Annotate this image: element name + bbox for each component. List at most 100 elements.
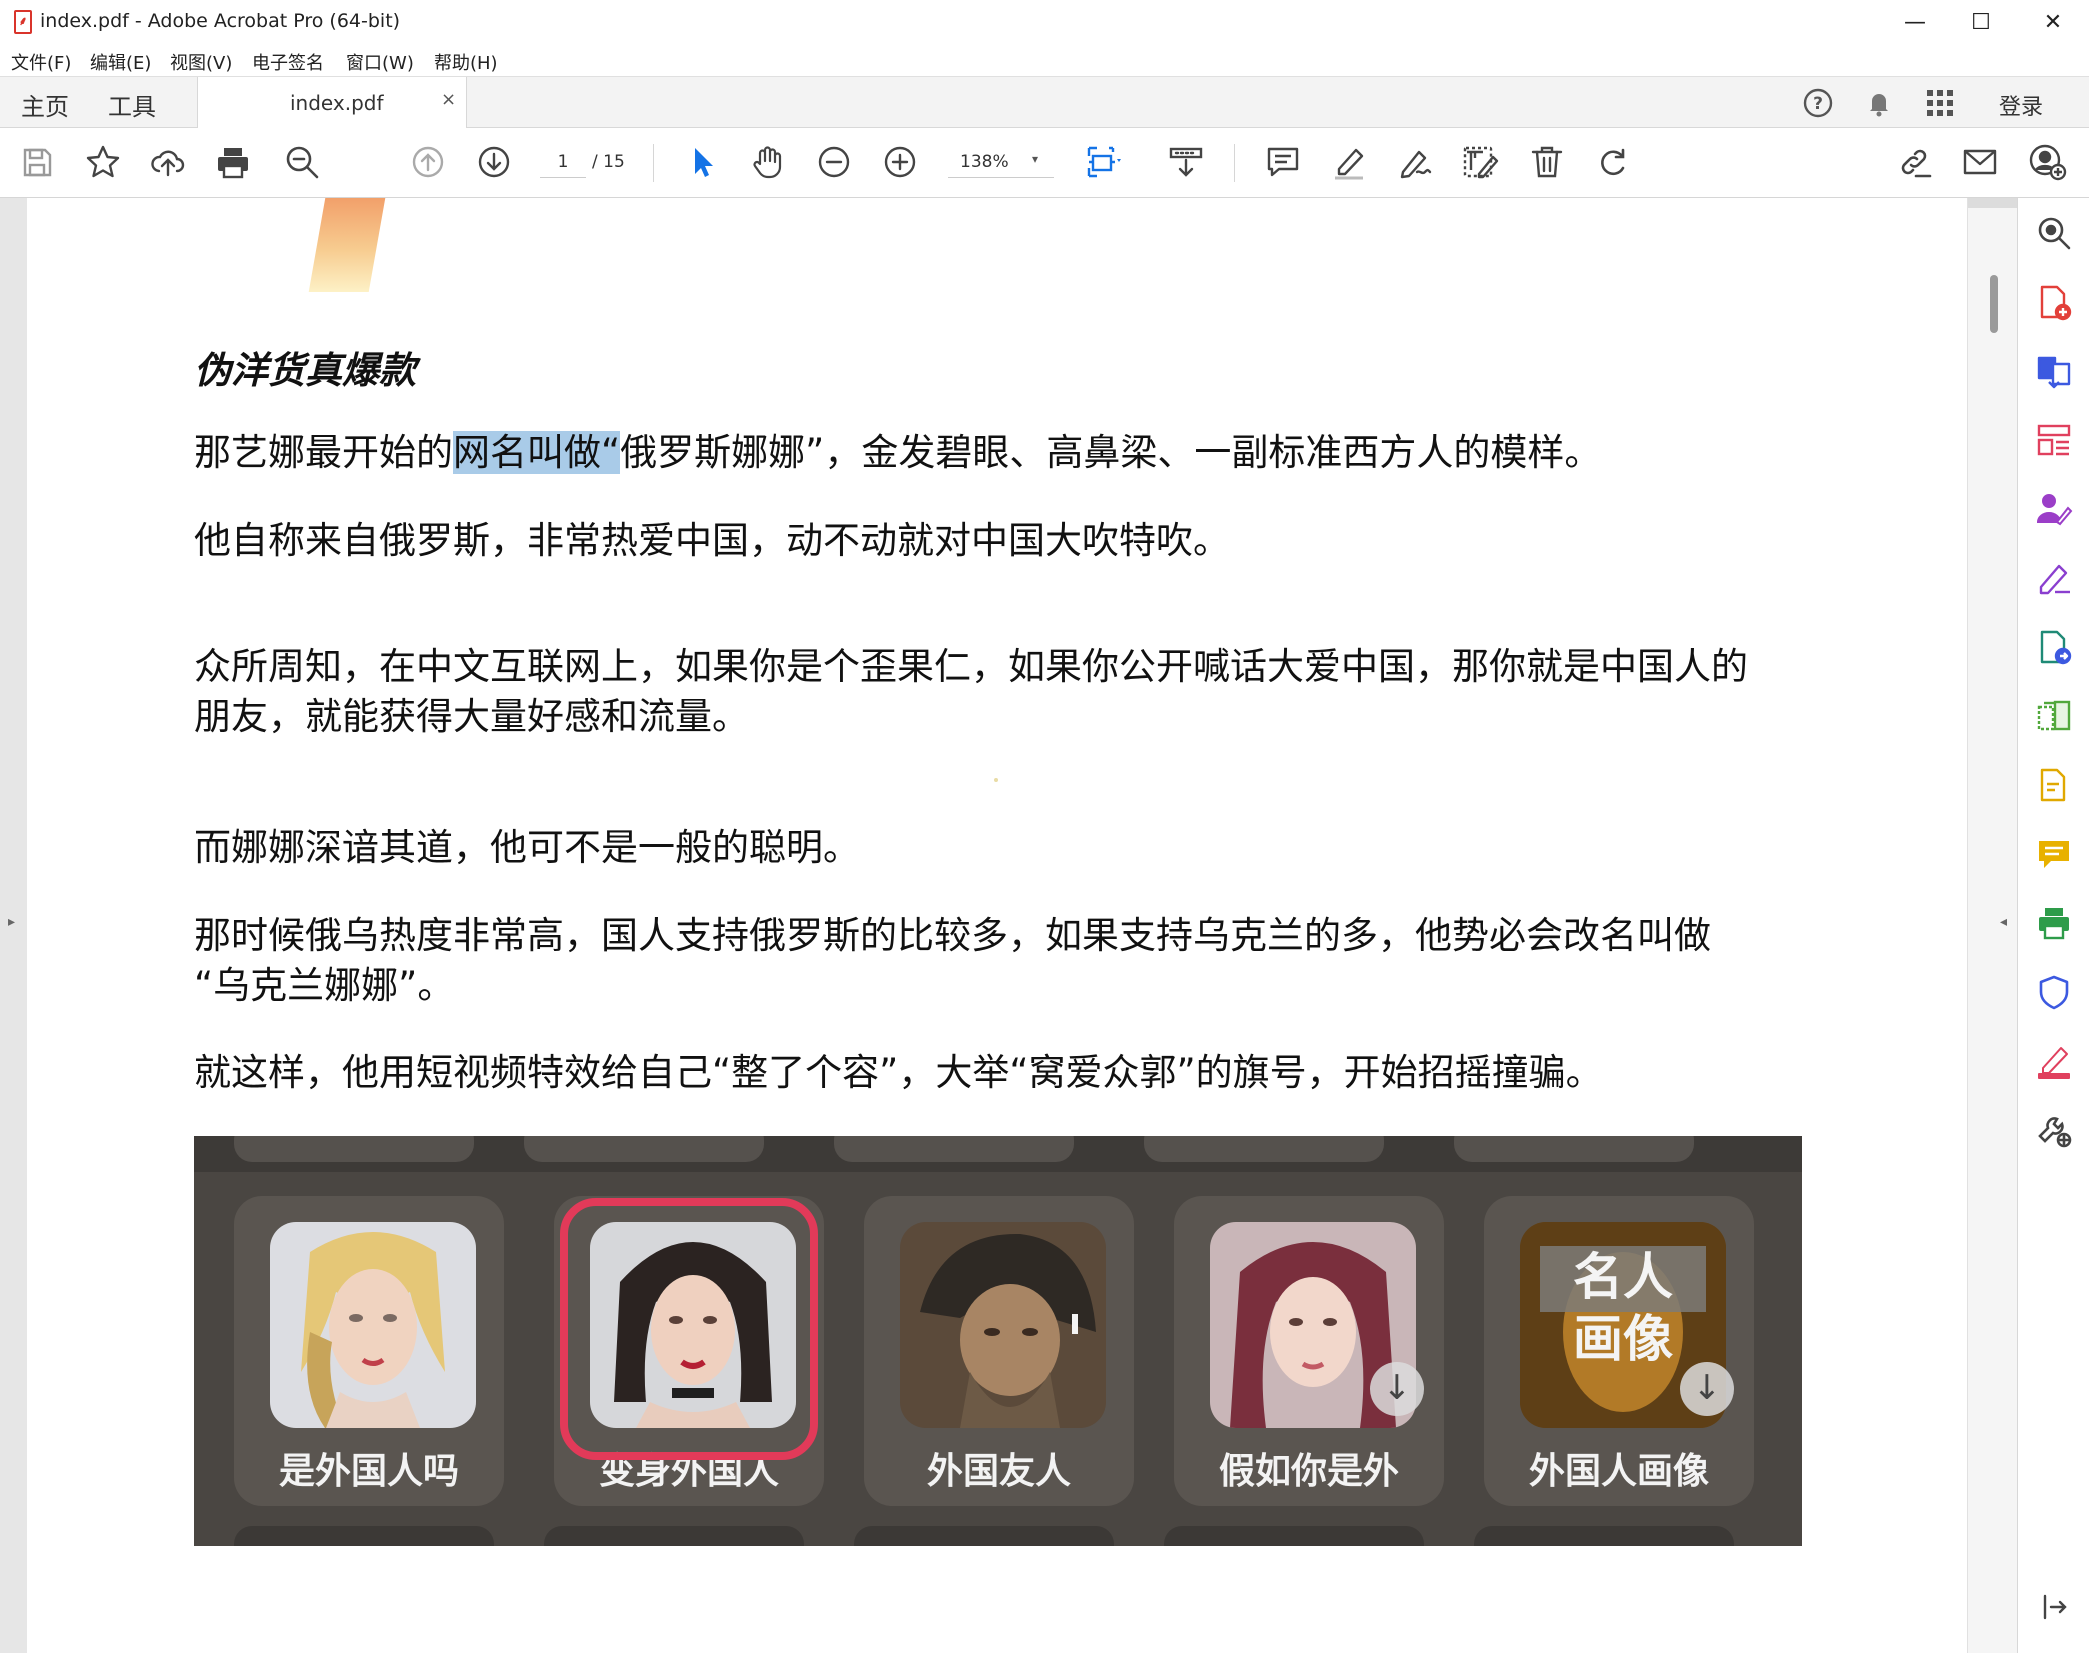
paragraph-1: 那艺娜最开始的网名叫做“俄罗斯娜娜”，金发碧眼、高鼻梁、一副标准西方人的模样。 bbox=[194, 428, 1601, 478]
cloud-upload-icon[interactable] bbox=[148, 142, 188, 182]
add-user-icon[interactable] bbox=[2027, 142, 2067, 182]
menu-view[interactable]: 视图(V) bbox=[170, 49, 232, 75]
toolbar-divider bbox=[653, 144, 654, 182]
text-selection-highlight[interactable]: 网名叫做“ bbox=[453, 431, 621, 474]
image-overlay-text: 名人 bbox=[1573, 1248, 1673, 1306]
comment-icon[interactable] bbox=[1263, 142, 1303, 182]
right-tools-pane bbox=[2017, 198, 2089, 1653]
title-bar: ⸙ index.pdf - Adobe Acrobat Pro (64-bit)… bbox=[0, 0, 2089, 45]
menu-window[interactable]: 窗口(W) bbox=[346, 49, 414, 75]
toolbar-divider bbox=[1234, 144, 1235, 182]
compare-icon[interactable] bbox=[2035, 697, 2073, 735]
scrollbar-top-cap bbox=[1968, 198, 2018, 208]
bell-icon[interactable] bbox=[1863, 87, 1895, 119]
menu-esign[interactable]: 电子签名 bbox=[252, 49, 324, 75]
filter-label: 假如你是外 bbox=[1218, 1451, 1399, 1492]
fill-sign-icon[interactable] bbox=[2035, 559, 2073, 597]
tab-home[interactable]: 主页 bbox=[21, 87, 69, 122]
image-bg-key bbox=[1454, 1136, 1694, 1162]
page-total: / 15 bbox=[592, 152, 625, 172]
image-bg-key bbox=[234, 1526, 494, 1546]
scrolling-mode-icon[interactable] bbox=[1166, 142, 1206, 182]
collapse-panel-icon[interactable] bbox=[2035, 1588, 2073, 1626]
print-production-icon[interactable] bbox=[2035, 904, 2073, 942]
window-title: index.pdf - Adobe Acrobat Pro (64-bit) bbox=[40, 10, 401, 32]
edit-text-icon[interactable] bbox=[1461, 142, 1501, 182]
previous-page-icon[interactable] bbox=[408, 142, 448, 182]
filter-card: 是外国人吗 bbox=[234, 1196, 504, 1506]
print-icon[interactable] bbox=[213, 142, 253, 182]
image-bg-key bbox=[1164, 1526, 1424, 1546]
next-page-icon[interactable] bbox=[474, 142, 514, 182]
more-tools-icon[interactable] bbox=[2035, 1111, 2073, 1149]
tab-tools[interactable]: 工具 bbox=[108, 87, 156, 122]
image-bg-key bbox=[524, 1136, 764, 1162]
menu-edit[interactable]: 编辑(E) bbox=[90, 49, 151, 75]
document-page[interactable]: 伪洋货真爆款 那艺娜最开始的网名叫做“俄罗斯娜娜”，金发碧眼、高鼻梁、一副标准西… bbox=[27, 198, 1967, 1653]
highlight-pen-icon[interactable] bbox=[1329, 142, 1369, 182]
apps-grid-icon[interactable] bbox=[1924, 87, 1956, 119]
maximize-button[interactable]: ☐ bbox=[1948, 0, 2014, 45]
redact-icon[interactable] bbox=[2035, 1042, 2073, 1080]
filter-thumbnail bbox=[270, 1222, 476, 1428]
vertical-scrollbar[interactable]: ◂ bbox=[1967, 198, 2018, 1653]
scrollbar-thumb[interactable] bbox=[1990, 275, 1998, 333]
collapse-tools-panel-icon[interactable]: ◂ bbox=[2000, 914, 2007, 930]
paragraph-4: 而娜娜深谙其道，他可不是一般的聪明。 bbox=[194, 823, 860, 873]
image-bg-key bbox=[854, 1526, 1114, 1546]
left-panel-collapsed[interactable]: ▸ bbox=[0, 198, 27, 1653]
download-icon: ↓ bbox=[1370, 1362, 1424, 1416]
filter-label: 是外国人吗 bbox=[278, 1451, 459, 1492]
paragraph-line: 就这样，他用短视频特效给自己“整了个容”，大举“窝爱众郭”的旗号，开始招摇撞骗。 bbox=[194, 1051, 1603, 1094]
rotate-icon[interactable] bbox=[1593, 142, 1633, 182]
export-pdf-icon[interactable] bbox=[2035, 628, 2073, 666]
close-window-button[interactable]: ✕ bbox=[2020, 0, 2086, 45]
tab-document[interactable]: index.pdf × bbox=[197, 77, 467, 129]
combine-files-icon[interactable] bbox=[2035, 352, 2073, 390]
paragraph-line: 那时候俄乌热度非常高，国人支持俄罗斯的比较多，如果支持乌克兰的多，他势必会改名叫… bbox=[194, 914, 1711, 957]
share-link-icon[interactable] bbox=[1894, 142, 1934, 182]
image-overlay-text: 画像 bbox=[1573, 1310, 1673, 1368]
fit-page-icon[interactable] bbox=[1083, 142, 1123, 182]
bookmark-star-icon[interactable] bbox=[83, 142, 123, 182]
email-icon[interactable] bbox=[1960, 142, 2000, 182]
image-bg-key bbox=[834, 1136, 1074, 1162]
minimize-button[interactable]: — bbox=[1882, 0, 1948, 45]
menu-help[interactable]: 帮助(H) bbox=[434, 49, 498, 75]
zoom-level-dropdown[interactable]: 138% ▾ bbox=[948, 146, 1054, 178]
filter-card: ↓ 假如你是外 bbox=[1174, 1196, 1444, 1506]
acrobat-app-icon: ⸙ bbox=[14, 10, 32, 34]
embedded-image-filters: 是外国人吗 变身外国人 外国友人 ↓ 假如你是外 名人 画像 ↓ 外国人画像 bbox=[194, 1136, 1802, 1546]
close-tab-button[interactable]: × bbox=[441, 89, 456, 110]
save-icon[interactable] bbox=[17, 142, 57, 182]
sign-in-button[interactable]: 登录 bbox=[1999, 89, 2043, 121]
text-span: 俄罗斯娜娜”，金发碧眼、高鼻梁、一副标准西方人的模样。 bbox=[620, 431, 1602, 474]
hand-tool-icon[interactable] bbox=[748, 142, 788, 182]
paragraph-3: 众所周知，在中文互联网上，如果你是个歪果仁，如果你公开喊话大爱中国，那你就是中国… bbox=[194, 642, 1748, 742]
search-zoom-icon[interactable] bbox=[282, 142, 322, 182]
zoom-out-icon[interactable] bbox=[814, 142, 854, 182]
expand-left-panel-icon[interactable]: ▸ bbox=[8, 914, 15, 930]
paragraph-6: 就这样，他用短视频特效给自己“整了个容”，大举“窝爱众郭”的旗号，开始招摇撞骗。 bbox=[194, 1048, 1603, 1098]
edit-pdf-icon[interactable] bbox=[2035, 766, 2073, 804]
trash-icon[interactable] bbox=[1527, 142, 1567, 182]
image-bg-key bbox=[1474, 1526, 1734, 1546]
protect-icon[interactable] bbox=[2035, 973, 2073, 1011]
zoom-value: 138% bbox=[960, 152, 1009, 172]
zoom-icon[interactable] bbox=[2035, 214, 2073, 252]
paragraph-line: 他自称来自俄罗斯，非常热爱中国，动不动就对中国大吹特吹。 bbox=[194, 519, 1230, 562]
menu-file[interactable]: 文件(F) bbox=[11, 49, 71, 75]
request-signature-icon[interactable] bbox=[2035, 490, 2073, 528]
select-cursor-icon[interactable] bbox=[682, 142, 722, 182]
filter-label: 外国人画像 bbox=[1528, 1451, 1709, 1492]
help-icon[interactable]: ? bbox=[1802, 87, 1834, 119]
page-number-input[interactable] bbox=[540, 146, 586, 178]
draw-pen-icon[interactable] bbox=[1395, 142, 1435, 182]
download-icon: ↓ bbox=[1680, 1362, 1734, 1416]
comment-icon[interactable] bbox=[2035, 835, 2073, 873]
filter-card: 外国友人 bbox=[864, 1196, 1134, 1506]
create-pdf-icon[interactable] bbox=[2035, 283, 2073, 321]
image-bg-key bbox=[544, 1526, 804, 1546]
organize-pages-icon[interactable] bbox=[2035, 421, 2073, 459]
zoom-in-icon[interactable] bbox=[880, 142, 920, 182]
